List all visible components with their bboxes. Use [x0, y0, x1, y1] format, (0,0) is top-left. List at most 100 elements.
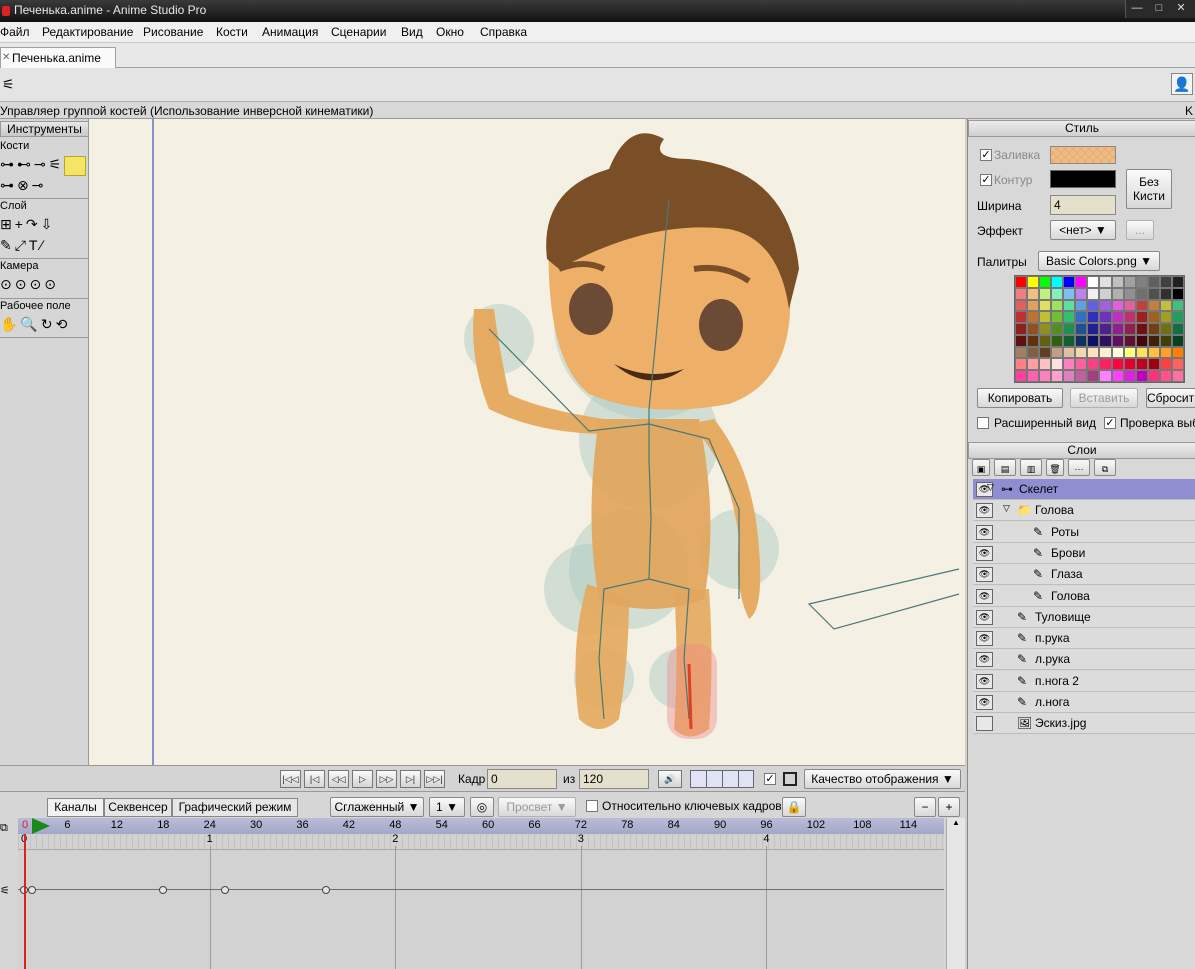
- menu-edit[interactable]: Редактирование: [42, 25, 133, 39]
- palette-swatch[interactable]: [1087, 334, 1100, 347]
- palette-swatch[interactable]: [1171, 358, 1184, 371]
- timeline-track-area[interactable]: 01234: [18, 833, 944, 969]
- menu-window[interactable]: Окно: [436, 25, 464, 39]
- layer-tools-row-2-icons[interactable]: ✎⤢T∕: [0, 237, 46, 253]
- play-button[interactable]: ▷: [352, 770, 373, 788]
- layer-row[interactable]: 👁 ✎ Роты: [973, 521, 1195, 543]
- palette-swatch[interactable]: [1147, 287, 1160, 300]
- palette-swatch[interactable]: [1123, 358, 1136, 371]
- palette-swatch[interactable]: [1123, 287, 1136, 300]
- palette-swatch[interactable]: [1171, 334, 1184, 347]
- frame-ruler[interactable]: 0 6 12 18 24 30 36 42 48 54 60 66 72 78 84 90 96 102 108 11…: [18, 818, 944, 834]
- palette-swatch[interactable]: [1099, 276, 1112, 288]
- palette-swatch[interactable]: [1063, 311, 1076, 324]
- palette-swatch[interactable]: [1015, 370, 1028, 382]
- palette-swatch[interactable]: [1135, 358, 1148, 371]
- visibility-eye-icon[interactable]: 👁: [976, 588, 993, 604]
- bone-manipulate-tool-selected[interactable]: [64, 156, 86, 176]
- palette-swatch[interactable]: [1159, 287, 1172, 300]
- palette-swatch[interactable]: [1039, 287, 1052, 300]
- keyframe-marker[interactable]: [159, 886, 168, 894]
- visibility-eye-icon[interactable]: 👁: [976, 503, 993, 519]
- palette-swatch[interactable]: [1039, 299, 1052, 312]
- next-frame-button[interactable]: ▷|: [400, 770, 421, 788]
- zoom-in-icon[interactable]: +: [938, 797, 960, 817]
- palette-swatch[interactable]: [1075, 370, 1088, 382]
- palette-swatch[interactable]: [1135, 346, 1148, 359]
- tab-graph-mode[interactable]: Графический режим: [172, 798, 298, 817]
- effect-more-button[interactable]: ...: [1126, 220, 1154, 240]
- palette-swatch[interactable]: [1099, 334, 1112, 347]
- palette-swatch[interactable]: [1135, 311, 1148, 324]
- layer-row[interactable]: 👁 ✎ п.нога 2: [973, 670, 1195, 692]
- play-marker-icon[interactable]: [32, 818, 50, 834]
- layer-tools-row-2[interactable]: ✎⤢T∕: [0, 237, 46, 257]
- palette-swatch[interactable]: [1099, 311, 1112, 324]
- bone-tools-row-2[interactable]: ⊶⊗⊸: [0, 177, 46, 197]
- palette-swatch[interactable]: [1015, 276, 1028, 288]
- menu-animation[interactable]: Анимация: [262, 25, 318, 39]
- palette-swatch[interactable]: [1027, 370, 1040, 382]
- palette-swatch[interactable]: [1027, 358, 1040, 371]
- relative-keys-checkbox[interactable]: [586, 800, 598, 812]
- interpolation-dropdown[interactable]: Сглаженный ▼: [330, 797, 424, 817]
- palette-swatch[interactable]: [1159, 276, 1172, 288]
- palette-swatch[interactable]: [1075, 311, 1088, 324]
- palette-swatch[interactable]: [1087, 311, 1100, 324]
- palette-swatch[interactable]: [1147, 358, 1160, 371]
- palette-swatch[interactable]: [1087, 370, 1100, 382]
- palette-swatch[interactable]: [1087, 299, 1100, 312]
- palette-swatch[interactable]: [1027, 276, 1040, 288]
- palette-swatch[interactable]: [1087, 346, 1100, 359]
- palette-swatch[interactable]: [1027, 299, 1040, 312]
- palette-swatch[interactable]: [1015, 334, 1028, 347]
- palette-swatch[interactable]: [1063, 287, 1076, 300]
- palette-swatch[interactable]: [1075, 276, 1088, 288]
- reset-button[interactable]: Сбросить: [1146, 388, 1195, 408]
- advanced-view-checkbox[interactable]: [977, 417, 989, 429]
- forward-to-end-button[interactable]: ▷▷|: [424, 770, 445, 788]
- palette-swatch[interactable]: [1111, 334, 1124, 347]
- rewind-to-start-button[interactable]: |◁◁: [280, 770, 301, 788]
- palette-swatch[interactable]: [1051, 346, 1064, 359]
- palette-swatch[interactable]: [1015, 287, 1028, 300]
- visibility-eye-icon[interactable]: 👁: [976, 673, 993, 689]
- palette-swatch[interactable]: [1027, 334, 1040, 347]
- palette-swatch[interactable]: [1111, 346, 1124, 359]
- camera-tools-row[interactable]: ⊙⊙⊙⊙: [0, 276, 59, 296]
- palette-swatch[interactable]: [1051, 370, 1064, 382]
- duplicate-layer-icon[interactable]: ⧉: [1094, 459, 1116, 476]
- stroke-checkbox[interactable]: ✓: [980, 174, 992, 186]
- palette-swatch[interactable]: [1075, 346, 1088, 359]
- document-tab[interactable]: ✕ Печенька.anime: [0, 47, 116, 69]
- palette-swatch[interactable]: [1075, 358, 1088, 371]
- bone-tools-row-1-icons[interactable]: ⊶⊷⊸⚟: [0, 156, 64, 172]
- palette-swatch[interactable]: [1087, 323, 1100, 335]
- no-brush-button[interactable]: Без Кисти: [1126, 169, 1172, 209]
- layer-row[interactable]: 👁 ✎ Туловище: [973, 606, 1195, 628]
- layer-tools-row-1[interactable]: ⊞+↷⇩: [0, 216, 55, 236]
- palette-swatch[interactable]: [1051, 358, 1064, 371]
- visibility-eye-icon[interactable]: [976, 716, 993, 732]
- menu-draw[interactable]: Рисование: [143, 25, 203, 39]
- palette-swatch[interactable]: [1111, 299, 1124, 312]
- workspace-tools-row[interactable]: ✋🔍↻⟲: [0, 316, 70, 336]
- menu-scripts[interactable]: Сценарии: [331, 25, 386, 39]
- palette-swatch[interactable]: [1147, 334, 1160, 347]
- timeline-scrollbar[interactable]: ▲: [946, 818, 965, 969]
- palette-swatch[interactable]: [1147, 311, 1160, 324]
- layer-row[interactable]: 👁 ✎ Глаза: [973, 564, 1195, 586]
- palette-swatch[interactable]: [1111, 287, 1124, 300]
- palette-swatch[interactable]: [1051, 299, 1064, 312]
- palette-swatch[interactable]: [1111, 358, 1124, 371]
- palette-swatch[interactable]: [1123, 299, 1136, 312]
- palette-swatch[interactable]: [1075, 334, 1088, 347]
- bone-tools-row-1[interactable]: ⊶⊷⊸⚟: [0, 156, 64, 176]
- palette-swatch[interactable]: [1123, 370, 1136, 382]
- palette-swatch[interactable]: [1159, 346, 1172, 359]
- total-frames-field[interactable]: 120: [579, 769, 649, 789]
- palette-swatch[interactable]: [1171, 276, 1184, 288]
- palette-swatch[interactable]: [1099, 346, 1112, 359]
- visibility-eye-icon[interactable]: 👁: [976, 695, 993, 710]
- palette-swatch[interactable]: [1063, 334, 1076, 347]
